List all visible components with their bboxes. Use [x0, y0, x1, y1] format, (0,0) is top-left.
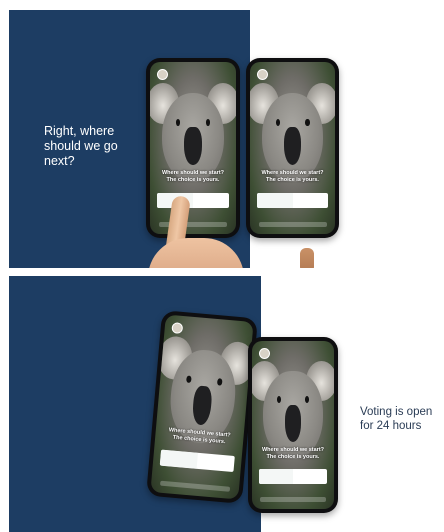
story-screen[interactable]: Where should we start? The choice is you… — [150, 314, 254, 500]
story-reply-bar[interactable] — [260, 497, 326, 503]
poll-option-b[interactable] — [197, 453, 235, 472]
story-reply-bar[interactable] — [258, 221, 327, 228]
avatar[interactable] — [258, 347, 270, 359]
story-screen[interactable]: Where should we start? The choice is you… — [150, 62, 236, 234]
koala-eye — [217, 378, 223, 386]
poll-question: Where should we start? The choice is you… — [161, 170, 225, 184]
story-header — [256, 68, 271, 80]
story-header — [156, 68, 171, 80]
story-screen[interactable]: Where should we start? The choice is you… — [250, 62, 335, 234]
poll-widget — [258, 468, 328, 484]
poll-option-a[interactable] — [258, 468, 293, 484]
koala-eye — [186, 375, 192, 383]
koala-eye — [276, 396, 281, 404]
top-caption: Right, where should we go next? — [44, 124, 118, 168]
poll-option-b[interactable] — [293, 469, 327, 484]
koala-nose — [284, 404, 302, 442]
bottom-panel: Voting is open for 24 hours Where should… — [0, 272, 444, 532]
koala-eye — [205, 118, 211, 126]
koala-eye — [275, 118, 280, 126]
poll-question: Where should we start? The choice is you… — [261, 446, 325, 460]
story-header — [171, 322, 186, 335]
avatar[interactable] — [256, 68, 268, 80]
poll-option-b[interactable] — [193, 193, 229, 208]
poll-widget — [159, 449, 235, 473]
koala-eye — [305, 118, 310, 126]
story-screen[interactable]: Where should we start? The choice is you… — [252, 341, 334, 509]
avatar[interactable] — [171, 322, 184, 335]
top-panel: Right, where should we go next? Where sh… — [0, 0, 444, 268]
poll-widget — [256, 192, 329, 209]
avatar[interactable] — [156, 68, 168, 80]
bottom-caption: Voting is open for 24 hours — [360, 406, 433, 432]
poll-option-b[interactable] — [293, 193, 329, 208]
story-reply-bar[interactable] — [159, 480, 231, 492]
poll-widget — [156, 192, 230, 209]
story-header — [258, 347, 273, 359]
phone-left: Where should we start? The choice is you… — [146, 58, 240, 238]
phone-right: Where should we start? The choice is you… — [246, 58, 339, 238]
koala-eye — [175, 118, 181, 126]
poll-question: Where should we start? The choice is you… — [168, 427, 231, 446]
phone-tilted: Where should we start? The choice is you… — [146, 310, 258, 504]
koala-nose — [184, 127, 202, 166]
poll-option-a[interactable] — [256, 192, 293, 209]
poll-question: Where should we start? The choice is you… — [261, 170, 324, 184]
koala-nose — [284, 127, 301, 166]
phone-right: Where should we start? The choice is you… — [248, 337, 338, 513]
second-finger — [300, 248, 314, 268]
poll-option-a[interactable] — [159, 449, 198, 470]
